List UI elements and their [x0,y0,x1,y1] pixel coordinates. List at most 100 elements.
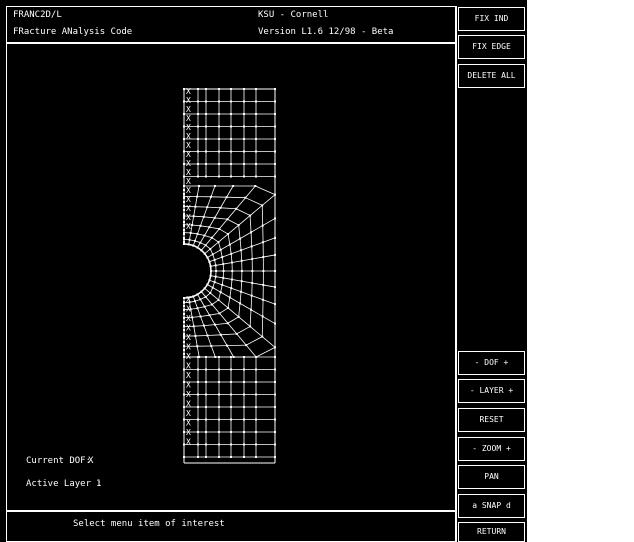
mesh-node [230,431,232,433]
mesh-ring-line [192,224,201,227]
mesh-drawing[interactable]: XXXXXXXXXXXXXXXXXXXXXXXXXXXXXXXX [7,44,455,510]
mesh-node [183,221,185,223]
mesh-ring-line [239,238,242,251]
mesh-node [183,333,185,335]
org-label: KSU - Cornell [258,10,329,20]
mesh-ring-line [239,291,242,304]
active-layer-value: 1 [96,479,102,489]
return-button[interactable]: RETURN [458,522,525,542]
reset-button[interactable]: RESET [458,408,525,432]
mesh-node [255,150,257,153]
constraint-x-marker: X [186,409,191,418]
dof-button[interactable]: - DOF + [458,351,525,375]
constraint-x-marker: X [186,168,191,177]
snap-button[interactable]: a SNAP d [458,494,525,518]
mesh-ring-line [214,322,228,326]
mesh-node [197,138,199,140]
delete-all-button[interactable]: DELETE ALL [458,64,525,88]
mesh-node [218,150,220,153]
mesh-node [205,431,207,433]
mesh-ring-line [197,306,205,309]
constraint-x-marker: X [186,390,191,399]
mesh-ring-line [203,324,216,327]
mesh-node [243,113,245,115]
mesh-node [255,381,257,383]
mesh-node [205,443,207,446]
mesh-node [218,431,220,433]
mesh-ring-line [221,277,224,285]
constraint-x-marker: X [186,333,191,342]
fix-edge-button[interactable]: FIX EDGE [458,35,525,59]
mesh-node [243,418,245,421]
mesh-node [243,406,245,408]
mesh-node [183,185,185,187]
mesh-node [197,443,199,446]
mesh-ring-line [250,232,253,247]
mesh-node [183,301,185,303]
mesh-node [218,456,220,458]
mesh-node [218,381,220,383]
mesh-viewport[interactable]: XXXXXXXXXXXXXXXXXXXXXXXXXXXXXXXX Current… [6,43,456,511]
mesh-ring-line [250,295,253,310]
mesh-node [255,393,257,396]
mesh-node [197,418,199,421]
mesh-node [183,381,185,383]
mesh-node [197,100,199,103]
mesh-node [243,100,245,103]
mesh-node [183,201,185,203]
constraint-x-marker: X [186,438,191,447]
constraint-x-marker: X [186,428,191,437]
mesh-ring-line [249,215,252,233]
mesh-node [183,233,185,235]
mesh-node [274,163,276,165]
mesh-node [183,100,185,103]
fix-ind-button[interactable]: FIX IND [458,7,525,31]
mesh-node [274,113,276,115]
mesh-node [230,175,232,178]
mesh-node [243,381,245,383]
mesh-node [183,337,185,339]
mesh-ring-line [240,250,243,261]
constraint-x-marker: X [186,114,191,123]
mesh-node [218,443,220,446]
mesh-node [218,163,220,165]
mesh-node [183,345,185,347]
mesh-node [183,353,185,355]
constraint-x-marker: X [186,314,191,323]
app-name: FRANC2D/L [13,10,62,20]
constraint-x-marker: X [186,150,191,159]
constraint-x-marker: X [186,141,191,150]
zoom-button[interactable]: - ZOOM + [458,437,525,461]
mesh-node [183,325,185,327]
active-layer-label: Active Layer : [26,479,102,489]
mesh-node [274,138,276,140]
mesh-node [183,150,185,153]
mesh-node [243,163,245,165]
mesh-node [197,393,199,396]
mesh-node [183,406,185,408]
mesh-node [183,138,185,140]
mesh-node [205,175,207,178]
mesh-ring-line [204,235,213,239]
mesh-node [183,209,185,211]
current-dof-value: X [88,456,94,466]
mesh-node [230,443,232,446]
mesh-node [274,175,276,178]
layer-button[interactable]: - LAYER + [458,379,525,403]
mesh-node [197,381,199,383]
mesh-node [243,431,245,433]
mesh-node [183,443,185,446]
mesh-node [274,368,276,371]
mesh-ring-line [207,334,221,336]
mesh-node [230,113,232,115]
mesh-node [218,368,220,371]
mesh-ring-line [219,228,229,235]
pan-button[interactable]: PAN [458,465,525,489]
mesh-node [183,305,185,307]
mesh-node [243,88,245,90]
mesh-node [183,341,185,343]
constraint-x-marker: X [186,324,191,333]
constraint-x-marker: X [186,195,191,204]
mesh-node [183,225,185,227]
mesh-node [183,297,185,299]
